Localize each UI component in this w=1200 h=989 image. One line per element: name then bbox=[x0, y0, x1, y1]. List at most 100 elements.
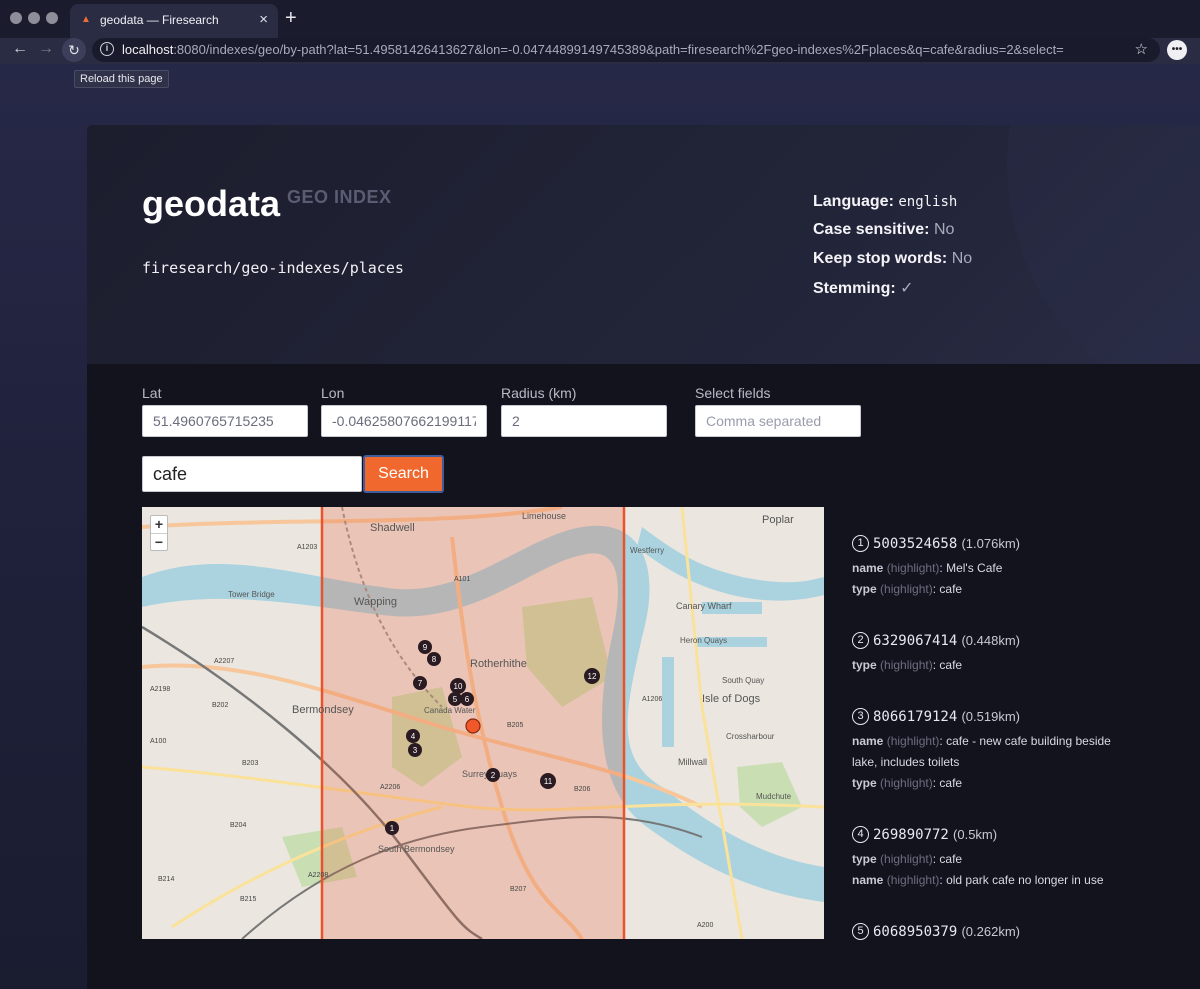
lat-input[interactable] bbox=[142, 405, 308, 437]
result-id: 8066179124 bbox=[873, 709, 958, 725]
road-label-b205: B205 bbox=[507, 722, 523, 729]
result-field: name (highlight): old park cafe no longe… bbox=[852, 873, 1104, 887]
result-item[interactable]: 2 6329067414 (0.448km) type (highlight): … bbox=[852, 632, 1192, 676]
search-button[interactable]: Search bbox=[363, 455, 444, 493]
map-label-wapping: Wapping bbox=[354, 596, 397, 608]
window-zoom-dot[interactable] bbox=[46, 12, 58, 24]
result-distance: (1.076km) bbox=[961, 536, 1020, 551]
map-label-canada-water: Canada Water bbox=[424, 706, 476, 715]
map-label-south-quay: South Quay bbox=[722, 676, 764, 685]
meta-case-sensitive: Case sensitive: No bbox=[813, 221, 955, 238]
map-zoom-control: + − bbox=[150, 515, 168, 551]
result-field: type (highlight): cafe bbox=[852, 582, 963, 596]
window-minimize-dot[interactable] bbox=[28, 12, 40, 24]
window-close-dot[interactable] bbox=[10, 12, 22, 24]
svg-text:6: 6 bbox=[465, 695, 470, 704]
result-number: 1 bbox=[852, 535, 869, 552]
result-item[interactable]: 4 269890772 (0.5km) type (highlight): caf… bbox=[852, 826, 1192, 891]
result-item[interactable]: 5 6068950379 (0.262km) bbox=[852, 923, 1192, 940]
select-fields-label: Select fields bbox=[695, 385, 771, 401]
road-label-a200: A200 bbox=[697, 922, 713, 929]
map-label-westferry: Westferry bbox=[630, 546, 664, 555]
tab-close-icon[interactable]: × bbox=[259, 11, 268, 28]
zoom-out-button[interactable]: − bbox=[151, 533, 167, 550]
svg-text:4: 4 bbox=[411, 732, 416, 741]
result-number: 3 bbox=[852, 708, 869, 725]
meta-language: Language: english bbox=[813, 193, 958, 210]
map-label-shadwell: Shadwell bbox=[370, 522, 415, 534]
result-number: 2 bbox=[852, 632, 869, 649]
map-label-rotherhithe: Rotherhithe bbox=[470, 658, 527, 670]
new-tab-icon[interactable]: + bbox=[285, 7, 297, 30]
meta-stop-words: Keep stop words: No bbox=[813, 250, 973, 267]
zoom-in-button[interactable]: + bbox=[151, 516, 167, 533]
forward-arrow-icon[interactable]: → bbox=[38, 40, 54, 58]
index-name: geodata bbox=[142, 183, 281, 224]
lat-label: Lat bbox=[142, 385, 162, 401]
map-label-millwall: Millwall bbox=[678, 757, 707, 767]
query-input[interactable] bbox=[142, 456, 362, 492]
lon-input[interactable] bbox=[321, 405, 487, 437]
result-distance: (0.5km) bbox=[953, 827, 998, 842]
browser-toolbar: ← → ↻ i localhost:8080/indexes/geo/by-pa… bbox=[0, 38, 1200, 64]
url-text: localhost:8080/indexes/geo/by-path?lat=5… bbox=[122, 42, 1064, 57]
result-id: 6068950379 bbox=[873, 924, 958, 940]
map-label-crossharbour: Crossharbour bbox=[726, 732, 775, 741]
road-label-b214: B214 bbox=[158, 876, 174, 883]
address-bar[interactable]: i localhost:8080/indexes/geo/by-path?lat… bbox=[92, 38, 1160, 62]
results-map[interactable]: Shadwell Wapping Rotherhithe Bermondsey … bbox=[142, 507, 824, 939]
map-label-isle-of-dogs: Isle of Dogs bbox=[702, 693, 761, 705]
map-label-tower-bridge: Tower Bridge bbox=[228, 590, 275, 599]
svg-text:12: 12 bbox=[588, 672, 597, 681]
svg-text:9: 9 bbox=[423, 643, 428, 652]
road-label-b215: B215 bbox=[240, 896, 256, 903]
road-label-a100: A100 bbox=[150, 738, 166, 745]
svg-text:11: 11 bbox=[544, 777, 553, 786]
map-label-heron-quays: Heron Quays bbox=[680, 636, 727, 645]
result-number: 5 bbox=[852, 923, 869, 940]
browser-tab[interactable]: ▲ geodata — Firesearch × bbox=[70, 4, 278, 38]
result-id: 5003524658 bbox=[873, 536, 958, 552]
select-fields-input[interactable] bbox=[695, 405, 861, 437]
browser-tab-bar: ▲ geodata — Firesearch × + bbox=[0, 0, 1200, 38]
search-center-marker[interactable] bbox=[465, 718, 481, 734]
extension-icon[interactable]: ••• bbox=[1167, 40, 1187, 60]
map-label-mudchute: Mudchute bbox=[756, 792, 792, 801]
road-label-a2206: A2206 bbox=[380, 784, 400, 791]
svg-text:5: 5 bbox=[453, 695, 458, 704]
result-number: 4 bbox=[852, 826, 869, 843]
reload-tooltip: Reload this page bbox=[74, 70, 169, 88]
result-distance: (0.448km) bbox=[961, 633, 1020, 648]
reload-icon[interactable]: ↻ bbox=[62, 38, 86, 62]
result-item[interactable]: 3 8066179124 (0.519km) name (highlight): … bbox=[852, 708, 1192, 794]
svg-text:2: 2 bbox=[491, 771, 496, 780]
index-card: geodata GEO INDEX firesearch/geo-indexes… bbox=[87, 125, 1200, 989]
map-label-south-bermondsey: South Bermondsey bbox=[378, 844, 455, 854]
lon-label: Lon bbox=[321, 385, 345, 401]
road-label-b203: B203 bbox=[242, 760, 258, 767]
map-label-bermondsey: Bermondsey bbox=[292, 704, 354, 716]
road-label-a2208: A2208 bbox=[308, 872, 328, 879]
svg-text:10: 10 bbox=[454, 682, 463, 691]
result-field: type (highlight): cafe bbox=[852, 776, 963, 790]
road-label-a1206: A1206 bbox=[642, 696, 662, 703]
road-label-a1203: A1203 bbox=[297, 544, 317, 551]
road-label-a101: A101 bbox=[454, 576, 470, 583]
index-header: geodata GEO INDEX firesearch/geo-indexes… bbox=[87, 125, 1200, 364]
result-id: 6329067414 bbox=[873, 633, 958, 649]
result-id: 269890772 bbox=[873, 827, 949, 843]
result-field: type (highlight): cafe bbox=[852, 658, 963, 672]
radius-input[interactable] bbox=[501, 405, 667, 437]
back-arrow-icon[interactable]: ← bbox=[12, 40, 28, 58]
svg-text:7: 7 bbox=[418, 679, 423, 688]
radius-label: Radius (km) bbox=[501, 385, 577, 401]
site-info-icon[interactable]: i bbox=[100, 42, 114, 56]
header-decoration bbox=[1007, 125, 1200, 364]
tab-title: geodata — Firesearch bbox=[100, 13, 219, 27]
result-item[interactable]: 1 5003524658 (1.076km) name (highlight): … bbox=[852, 535, 1192, 600]
svg-text:8: 8 bbox=[432, 655, 437, 664]
result-distance: (0.262km) bbox=[961, 924, 1020, 939]
result-field: name (highlight): cafe - new cafe buildi… bbox=[852, 734, 1111, 769]
result-field: name (highlight): Mel's Cafe bbox=[852, 561, 1003, 575]
bookmark-star-icon[interactable]: ☆ bbox=[1135, 40, 1148, 58]
